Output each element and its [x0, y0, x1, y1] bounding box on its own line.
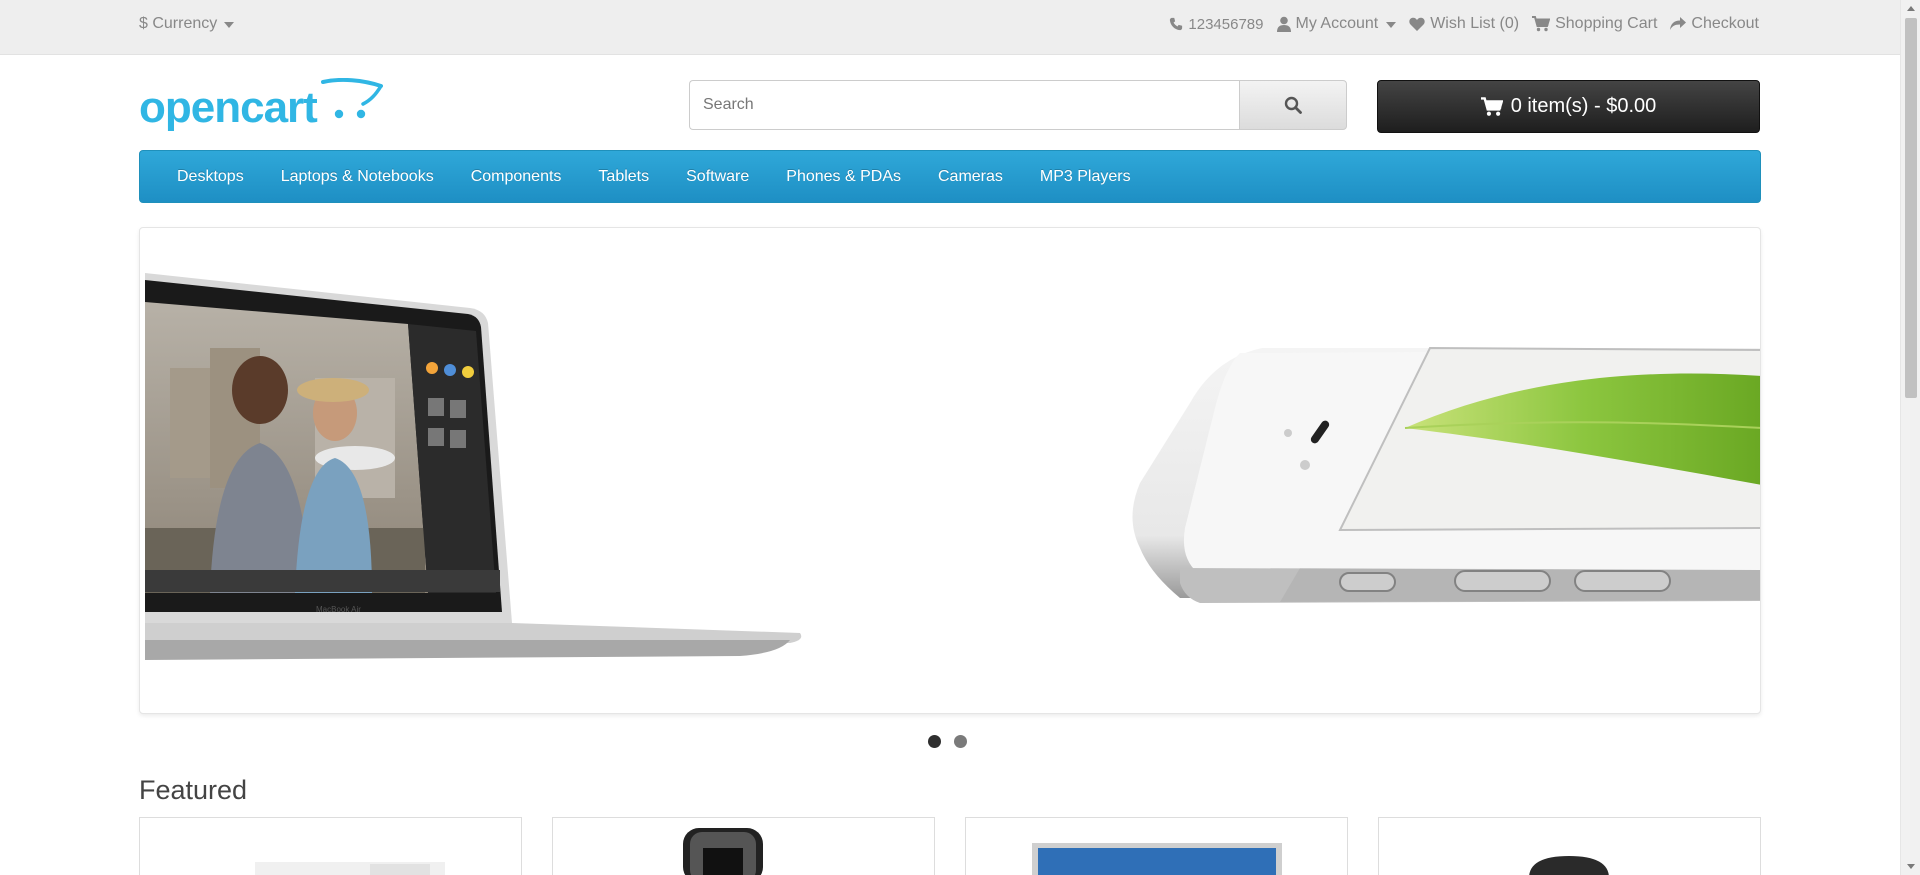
scroll-up-arrow-icon[interactable]	[1907, 6, 1915, 11]
laptop-screen-label: MacBook Air	[316, 605, 361, 614]
share-arrow-icon	[1670, 17, 1687, 31]
scrollbar-thumb[interactable]	[1905, 18, 1917, 398]
checkout-label: Checkout	[1691, 15, 1759, 32]
product-image	[683, 828, 763, 875]
product-card[interactable]	[552, 817, 935, 875]
menu-item-mp3-players[interactable]: MP3 Players	[1028, 168, 1143, 186]
my-account-dropdown[interactable]: My Account	[1276, 15, 1397, 33]
phone-link[interactable]: 123456789	[1169, 15, 1264, 33]
wish-list-label: Wish List (0)	[1430, 15, 1520, 32]
slide-dot-1[interactable]	[928, 735, 941, 748]
top-links: 123456789 My Account Wish List (0) Shopp…	[1169, 15, 1759, 33]
cart-icon	[1532, 16, 1551, 32]
wish-list-link[interactable]: Wish List (0)	[1409, 15, 1519, 33]
slideshow-banner[interactable]: MacBook Air	[139, 227, 1761, 714]
my-account-label: My Account	[1295, 15, 1379, 32]
cart-summary-label: 0 item(s) - $0.00	[1510, 95, 1657, 117]
slide-image: MacBook Air	[145, 273, 1760, 660]
product-card[interactable]	[139, 817, 522, 875]
shopping-cart-label: Shopping Cart	[1555, 15, 1658, 32]
product-image	[1032, 843, 1282, 875]
menu-item-cameras[interactable]: Cameras	[926, 168, 1015, 186]
shopping-cart-link[interactable]: Shopping Cart	[1532, 15, 1657, 33]
page-scrollbar[interactable]	[1900, 0, 1920, 875]
heart-icon	[1409, 17, 1425, 31]
menu-item-phones-pdas[interactable]: Phones & PDAs	[774, 168, 913, 186]
category-menu: Desktops Laptops & Notebooks Components …	[139, 150, 1761, 203]
product-card[interactable]	[1378, 817, 1761, 875]
featured-heading: Featured	[139, 775, 248, 805]
search-bar	[689, 80, 1347, 130]
menu-item-tablets[interactable]: Tablets	[586, 168, 661, 186]
chevron-down-icon	[1386, 22, 1397, 28]
currency-dropdown[interactable]: $ Currency	[139, 15, 235, 33]
search-icon	[1284, 96, 1302, 114]
cart-summary-button[interactable]: 0 item(s) - $0.00	[1377, 80, 1760, 133]
phone-number: 123456789	[1188, 15, 1264, 33]
logo-cart-icon	[320, 77, 383, 130]
logo-text: opencart	[139, 83, 318, 132]
menu-item-components[interactable]: Components	[459, 168, 574, 186]
search-button[interactable]	[1239, 80, 1347, 130]
slide-dot-2[interactable]	[954, 735, 967, 748]
chevron-down-icon	[224, 22, 235, 28]
featured-products	[139, 817, 1761, 875]
scroll-down-arrow-icon[interactable]	[1907, 864, 1915, 869]
opencart-logo[interactable]: opencart	[139, 77, 383, 132]
product-card[interactable]	[965, 817, 1348, 875]
menu-item-laptops-notebooks[interactable]: Laptops & Notebooks	[269, 168, 446, 186]
menu-item-software[interactable]: Software	[674, 168, 761, 186]
slideshow-pagination	[928, 735, 967, 748]
cart-icon	[1480, 96, 1503, 117]
top-bar: $ Currency 123456789 My Account Wish Lis…	[0, 0, 1900, 55]
menu-item-desktops[interactable]: Desktops	[165, 168, 256, 186]
search-input[interactable]	[689, 80, 1239, 130]
currency-label: $ Currency	[139, 15, 218, 32]
product-image	[1529, 856, 1609, 875]
phone-icon	[1169, 17, 1183, 31]
user-icon	[1276, 16, 1291, 32]
laptop-image: MacBook Air	[145, 273, 802, 660]
checkout-link[interactable]: Checkout	[1670, 15, 1759, 33]
product-image	[255, 862, 445, 875]
phone-image	[1132, 346, 1760, 603]
